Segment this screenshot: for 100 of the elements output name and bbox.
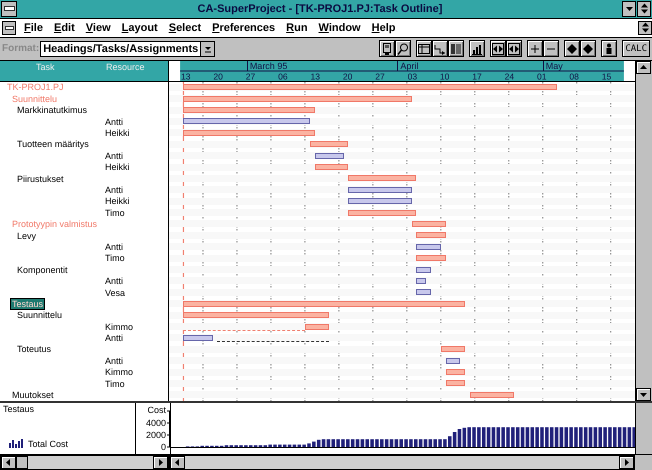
toolbar-button[interactable] bbox=[490, 40, 506, 58]
menu-item[interactable]: Edit bbox=[54, 22, 75, 34]
menu-item[interactable]: Help bbox=[372, 22, 396, 34]
task-name[interactable]: Markkinatutkimus bbox=[16, 105, 88, 116]
toolbar-button[interactable] bbox=[543, 40, 560, 58]
toolbar-button[interactable] bbox=[580, 40, 596, 58]
resource-name: Vesa bbox=[105, 288, 126, 298]
vertical-scrollbar[interactable] bbox=[635, 60, 652, 401]
task-bar bbox=[416, 232, 446, 238]
toolbar-button[interactable] bbox=[469, 40, 486, 58]
scroll-right-button[interactable] bbox=[619, 456, 634, 469]
toolbar-button[interactable] bbox=[448, 40, 464, 58]
resource-name: Antti bbox=[105, 276, 124, 286]
document-menu-button[interactable] bbox=[2, 20, 16, 35]
resource-name: Antti bbox=[105, 333, 124, 344]
bar-chart-icon bbox=[9, 439, 23, 448]
scroll-thumb[interactable] bbox=[16, 456, 28, 469]
resource-name: Antti bbox=[105, 356, 124, 366]
dropdown-arrow-button[interactable] bbox=[200, 42, 214, 56]
tick-label: 4000 bbox=[146, 418, 166, 428]
week-label: 03 bbox=[408, 71, 418, 82]
assignment-bar bbox=[416, 289, 432, 296]
bar-chart-icon bbox=[471, 42, 484, 55]
down-arrow-icon bbox=[624, 4, 634, 14]
task-bar bbox=[348, 175, 416, 182]
system-menu-button[interactable] bbox=[1, 0, 17, 17]
horizontal-scrollbar[interactable] bbox=[0, 454, 169, 470]
right-left-arrows-icon bbox=[492, 42, 504, 55]
menu-item[interactable]: Select bbox=[168, 22, 202, 34]
format-value: Headings/Tasks/Assignments bbox=[42, 42, 200, 55]
menu-item[interactable]: View bbox=[86, 22, 111, 34]
resource-name: Timo bbox=[105, 378, 125, 389]
task-bar bbox=[470, 392, 514, 398]
assignment-bar bbox=[416, 244, 441, 250]
task-name[interactable]: Suunnittelu bbox=[16, 310, 64, 320]
horizontal-scrollbar[interactable] bbox=[169, 454, 635, 470]
assignment-bar bbox=[446, 358, 460, 364]
format-label: Format: bbox=[2, 43, 40, 54]
tick-label: 0 bbox=[160, 442, 166, 452]
down-arrow-icon bbox=[204, 44, 212, 54]
toolbar-button[interactable] bbox=[379, 40, 396, 58]
column-header: Resource bbox=[106, 62, 145, 72]
toolbar-button[interactable] bbox=[527, 40, 544, 58]
task-name[interactable]: Komponentit bbox=[16, 264, 69, 275]
vertical-scrollbar[interactable] bbox=[635, 402, 652, 454]
toolbar-button[interactable] bbox=[395, 40, 412, 58]
assignment-bar bbox=[314, 164, 348, 170]
week-label: 24 bbox=[504, 71, 514, 82]
resource-name: Kimmo bbox=[105, 367, 134, 378]
restore-button[interactable] bbox=[638, 20, 652, 35]
resource-name: Heikki bbox=[105, 128, 130, 138]
assignment-bar bbox=[446, 380, 465, 386]
week-label: 27 bbox=[246, 71, 256, 82]
link-icon bbox=[434, 42, 446, 55]
left-right-arrows-icon bbox=[508, 42, 520, 55]
calc-button[interactable]: CALC bbox=[622, 40, 650, 58]
scroll-left-button[interactable] bbox=[1, 456, 16, 469]
toolbar-button[interactable] bbox=[432, 40, 448, 58]
scroll-right-button[interactable] bbox=[153, 456, 168, 469]
task-name[interactable]: Muutokset bbox=[11, 390, 55, 400]
resource-name: Timo bbox=[105, 253, 125, 264]
resource-name: Antti bbox=[105, 242, 124, 252]
plus-icon bbox=[529, 42, 542, 55]
week-label: 15 bbox=[602, 71, 612, 82]
toolbar-button[interactable] bbox=[564, 40, 580, 58]
task-name[interactable]: Testaus bbox=[11, 298, 44, 309]
legend-label: Total Cost bbox=[28, 438, 68, 449]
week-label: 13 bbox=[181, 71, 191, 82]
magnifier-icon bbox=[397, 42, 410, 55]
scroll-down-button[interactable] bbox=[636, 388, 651, 401]
toolbar-button[interactable] bbox=[601, 40, 618, 58]
menu-item[interactable]: Preferences bbox=[212, 22, 276, 34]
task-bar bbox=[412, 220, 446, 227]
toolbar-button[interactable] bbox=[506, 40, 522, 58]
maximize-button[interactable] bbox=[637, 0, 651, 17]
assignment-bar bbox=[348, 198, 412, 204]
scroll-up-button[interactable] bbox=[636, 60, 651, 74]
menu-item[interactable]: Layout bbox=[122, 22, 158, 34]
left-arrow-icon bbox=[173, 458, 182, 467]
format-dropdown[interactable]: Headings/Tasks/Assignments bbox=[40, 40, 216, 57]
task-bar bbox=[416, 266, 432, 273]
task-name[interactable]: Tuotteen määritys bbox=[16, 139, 90, 150]
month-label: April bbox=[397, 60, 418, 71]
minimize-button[interactable] bbox=[622, 0, 636, 17]
right-arrow-icon bbox=[622, 458, 631, 467]
menu-item[interactable]: Run bbox=[286, 22, 308, 34]
task-name[interactable]: Toteutus bbox=[16, 344, 52, 354]
week-label: 10 bbox=[440, 71, 450, 82]
assignment-bar bbox=[416, 278, 426, 284]
toolbar-button[interactable] bbox=[416, 40, 432, 58]
week-label: 01 bbox=[537, 71, 547, 82]
task-bar bbox=[310, 141, 348, 148]
resource-name: Antti bbox=[105, 116, 124, 127]
menu-item[interactable]: File bbox=[24, 22, 43, 34]
scroll-left-button[interactable] bbox=[170, 456, 185, 469]
assignment-bar bbox=[446, 369, 465, 376]
task-name[interactable]: Levy bbox=[16, 230, 38, 241]
menu-item[interactable]: Window bbox=[318, 22, 361, 34]
week-label: 27 bbox=[375, 71, 385, 82]
task-name[interactable]: Piirustukset bbox=[16, 174, 65, 184]
